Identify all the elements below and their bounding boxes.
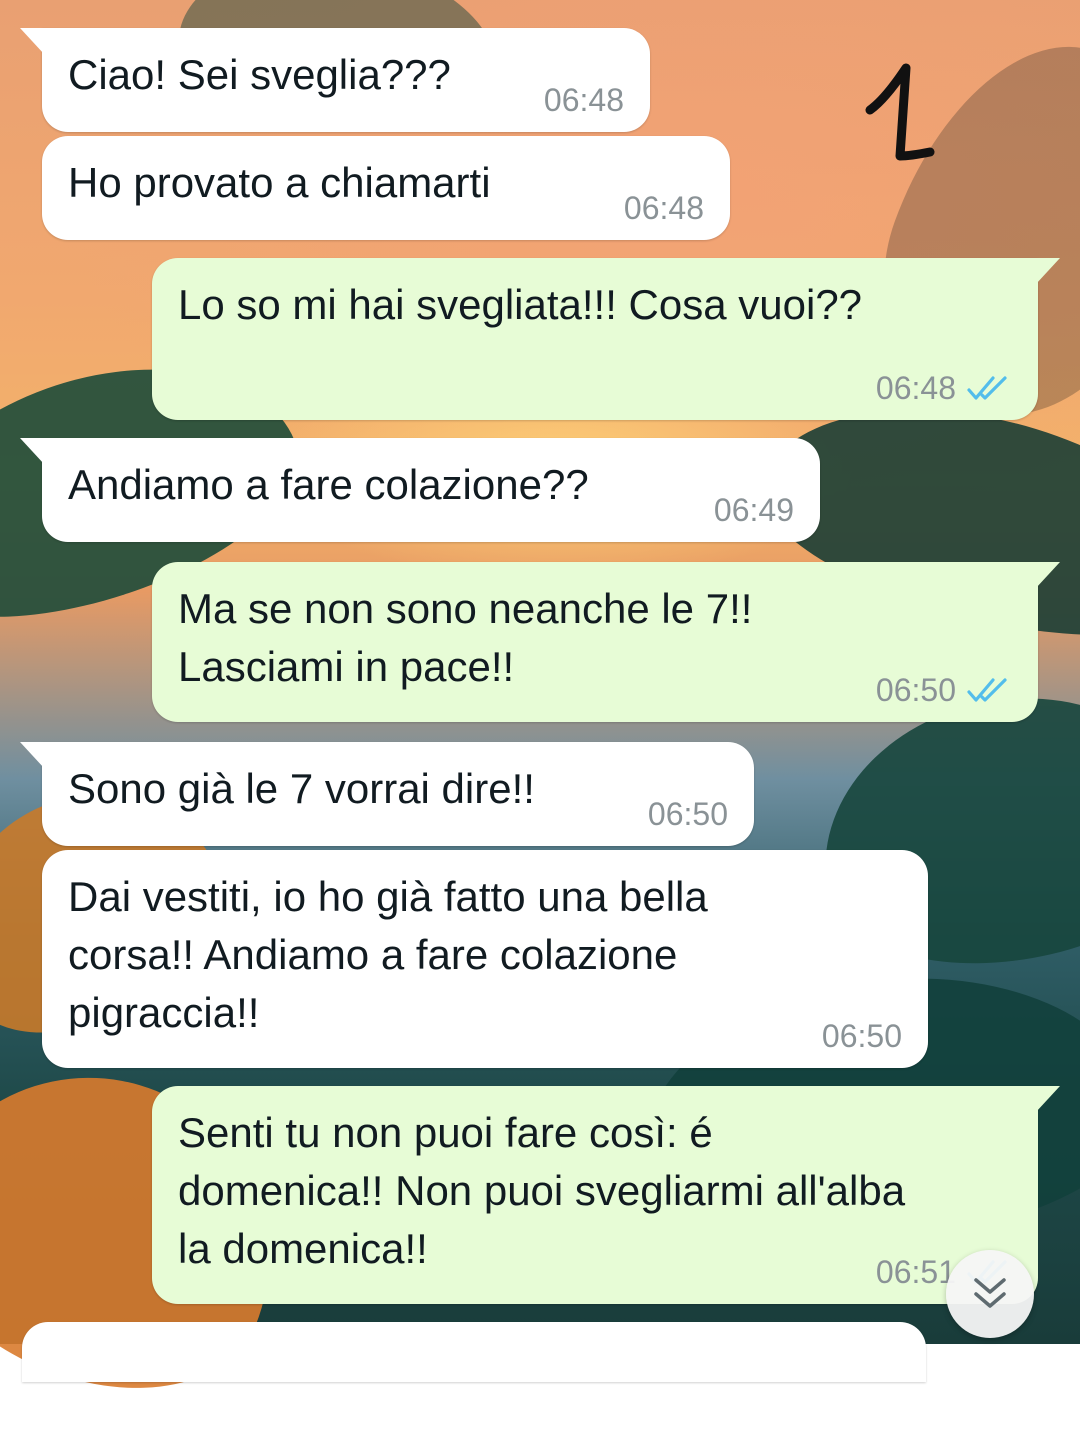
incoming-message-bubble[interactable]: Sono già le 7 vorrai dire!! 06:50	[20, 742, 754, 846]
message-text: Senti tu non puoi fare così: é domenica!…	[178, 1109, 906, 1272]
message-text: Ho provato a chiamarti	[68, 159, 491, 206]
outgoing-message-bubble[interactable]: Lo so mi hai svegliata!!! Cosa vuoi?? 06…	[152, 258, 1060, 420]
message-text: Lo so mi hai svegliata!!! Cosa vuoi??	[178, 281, 863, 328]
incoming-message-bubble[interactable]: Ciao! Sei sveglia??? 06:48	[20, 28, 650, 132]
message-timestamp: 06:51	[875, 1254, 956, 1290]
scroll-to-bottom-button[interactable]	[946, 1250, 1034, 1338]
message-text: Dai vestiti, io ho già fatto una bella c…	[68, 873, 708, 1036]
message-timestamp: 06:50	[647, 796, 728, 832]
double-chevron-down-icon	[974, 1278, 1006, 1308]
incoming-message-bubble-partial[interactable]	[22, 1322, 926, 1382]
message-timestamp: 06:48	[623, 190, 704, 226]
outgoing-message-bubble[interactable]: Ma se non sono neanche le 7!! Lasciami i…	[152, 562, 1060, 722]
message-text: Sono già le 7 vorrai dire!!	[68, 765, 535, 812]
double-check-icon	[967, 678, 1007, 702]
message-timestamp: 06:50	[821, 1018, 902, 1054]
message-text: Andiamo a fare colazione??	[68, 461, 589, 508]
message-text: Ciao! Sei sveglia???	[68, 51, 451, 98]
double-check-icon	[967, 376, 1007, 400]
message-timestamp: 06:48	[543, 82, 624, 118]
incoming-message-bubble[interactable]: Dai vestiti, io ho già fatto una bella c…	[42, 850, 928, 1068]
handwritten-number-annotation	[865, 63, 935, 161]
outgoing-message-bubble[interactable]: Senti tu non puoi fare così: é domenica!…	[152, 1086, 1060, 1304]
message-timestamp: 06:48	[875, 370, 956, 406]
message-timestamp: 06:49	[713, 492, 794, 528]
incoming-message-bubble[interactable]: Andiamo a fare colazione?? 06:49	[20, 438, 820, 542]
message-timestamp: 06:50	[875, 672, 956, 708]
incoming-message-bubble[interactable]: Ho provato a chiamarti 06:48	[42, 136, 730, 240]
